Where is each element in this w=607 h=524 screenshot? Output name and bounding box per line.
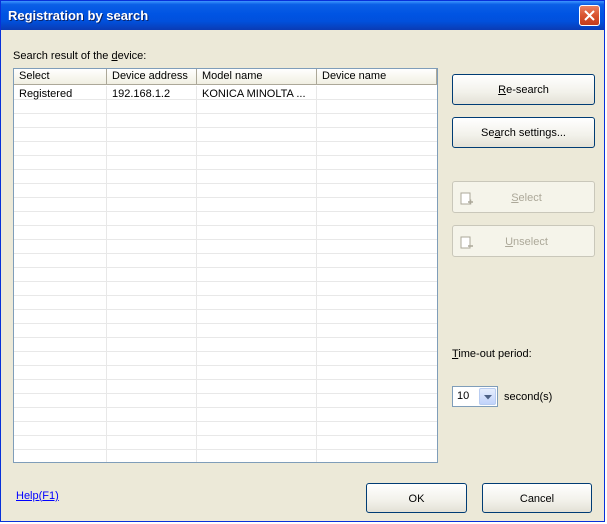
row-select-cell: Registered (19, 88, 73, 100)
title-bar: Registration by search (1, 1, 604, 30)
timeout-value: 10 (457, 390, 470, 402)
column-header-select[interactable]: Select (14, 69, 107, 85)
close-icon (584, 10, 595, 21)
column-header-device-name[interactable]: Device name (317, 69, 437, 85)
grid-divider (316, 86, 317, 462)
cancel-button[interactable]: Cancel (482, 483, 592, 513)
registration-dialog: Registration by search Search result of … (0, 0, 605, 522)
search-settings-button[interactable]: Search settings... (452, 117, 595, 148)
chevron-down-icon (484, 395, 492, 400)
grid-divider (106, 86, 107, 462)
row-model-cell: KONICA MINOLTA ... (202, 88, 306, 100)
timeout-label: Time-out period: (452, 348, 532, 360)
column-header-device-address[interactable]: Device address (107, 69, 197, 85)
search-result-label: Search result of the device: (13, 50, 147, 62)
ok-button[interactable]: OK (366, 483, 467, 513)
re-search-button[interactable]: Re-search (452, 74, 595, 105)
close-button[interactable] (579, 5, 600, 26)
timeout-unit-label: second(s) (504, 391, 553, 403)
timeout-select[interactable]: 10 (452, 386, 498, 407)
list-header: Select Device address Model name Device … (14, 69, 437, 86)
select-button[interactable]: Select (452, 181, 595, 213)
unselect-button[interactable]: Unselect (452, 225, 595, 257)
help-link[interactable]: Help(F1) (16, 490, 59, 502)
row-name-cell (317, 88, 436, 102)
grid-lines (14, 86, 437, 462)
row-address-cell: 192.168.1.2 (112, 88, 171, 100)
window-title: Registration by search (8, 8, 149, 23)
ok-button-label: OK (408, 493, 425, 505)
cancel-button-label: Cancel (519, 493, 555, 505)
device-list[interactable]: Select Device address Model name Device … (13, 68, 438, 463)
timeout-dropdown-button[interactable] (479, 388, 496, 405)
column-header-model-name[interactable]: Model name (197, 69, 317, 85)
grid-divider (196, 86, 197, 462)
